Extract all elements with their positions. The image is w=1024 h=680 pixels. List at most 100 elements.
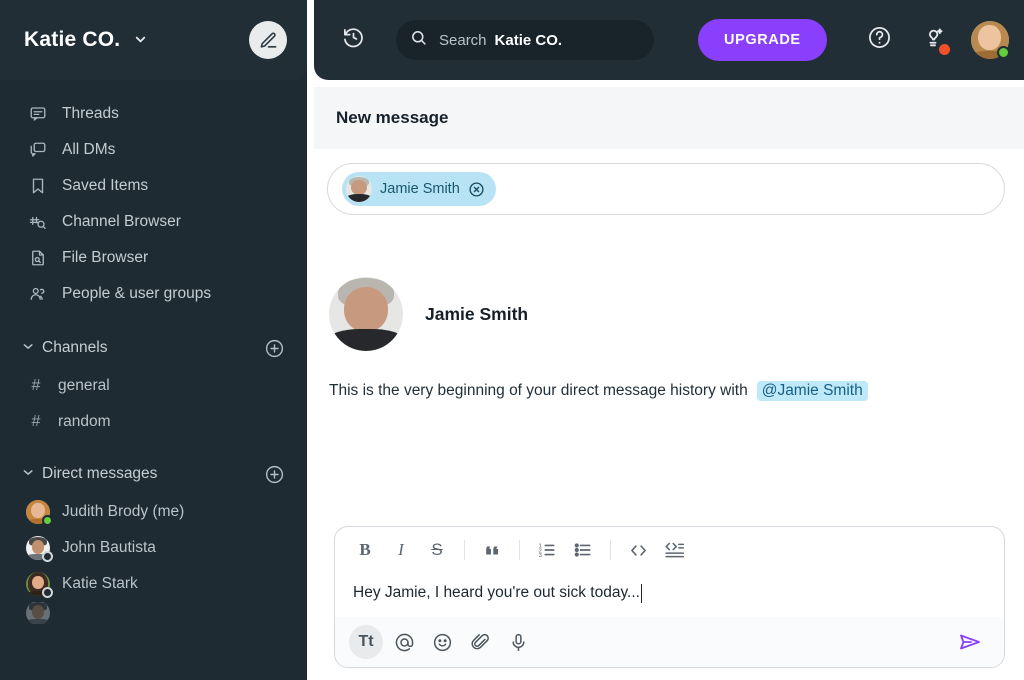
formatting-toolbar: B I S 123 [335,527,1004,573]
compose-button[interactable] [249,21,287,59]
message-text: Hey Jamie, I heard you're out sick today… [353,584,640,601]
text-cursor [640,583,643,603]
recipient-chip[interactable]: Jamie Smith [342,172,496,206]
sidebar-item-label: People & user groups [62,285,212,302]
threads-icon [28,104,48,124]
sidebar-item-label: Channel Browser [62,213,181,230]
chevron-down-icon [21,340,42,356]
channel-name: general [58,377,110,394]
dm-section-header[interactable]: Direct messages [0,454,307,494]
notification-badge [938,44,950,55]
bookmark-icon [28,176,48,196]
dm-name: Judith Brody (me) [62,503,185,520]
history-button[interactable] [336,23,370,57]
add-channel-button[interactable] [263,337,285,359]
sidebar-item-file-browser[interactable]: File Browser [0,240,307,276]
italic-button[interactable]: I [385,534,417,566]
search-placeholder: Search [439,31,487,49]
help-circle-icon [867,25,892,55]
divider [610,540,611,560]
upgrade-button[interactable]: UPGRADE [698,19,827,61]
send-button[interactable] [950,625,990,659]
add-dm-button[interactable] [263,463,285,485]
conversation-person-name: Jamie Smith [425,303,529,324]
dm-item-katie-stark[interactable]: Katie Stark [0,566,307,602]
divider [519,540,520,560]
code-button[interactable] [622,534,654,566]
ordered-list-button[interactable]: 123 [531,534,563,566]
presence-indicator-offline [42,587,53,598]
sidebar-item-saved-items[interactable]: Saved Items [0,168,307,204]
dm-name: John Bautista [62,539,156,556]
dm-item-judith-brody[interactable]: Judith Brody (me) [0,494,307,530]
conversation-intro: Jamie Smith This is the very beginning o… [307,215,1024,401]
attachment-button[interactable] [463,625,497,659]
sidebar-item-threads[interactable]: Threads [0,96,307,132]
formatting-toggle-button[interactable]: Tt [349,625,383,659]
search-input[interactable]: Search Katie CO. [396,20,654,60]
sidebar-item-people[interactable]: People & user groups [0,276,307,312]
channel-name: random [58,413,111,430]
panel-header: New message [314,87,1024,149]
recipient-input[interactable]: Jamie Smith [327,163,1005,215]
search-workspace-name: Katie CO. [494,31,563,49]
workspace-header[interactable]: Katie CO. [0,0,307,80]
code-block-button[interactable] [658,534,690,566]
sidebar-nav: Threads All DMs Saved Items Channel Brow… [0,80,307,314]
conversation-person: Jamie Smith [329,277,1003,351]
emoji-button[interactable] [425,625,459,659]
help-button[interactable] [863,23,897,57]
sidebar-item-label: All DMs [62,141,116,158]
channels-section-title: Channels [42,339,108,356]
app-window: Katie CO. Threads All DMs Saved Items Ch… [0,0,1024,680]
workspace-name: Katie CO. [24,28,121,51]
avatar [26,602,50,624]
sidebar-item-channel-browser[interactable]: Channel Browser [0,204,307,240]
presence-indicator-online [42,515,53,526]
conversation-intro-text: This is the very beginning of your direc… [329,381,1003,401]
channel-item-random[interactable]: # random [0,404,307,440]
sidebar-item-all-dms[interactable]: All DMs [0,132,307,168]
avatar [26,500,53,526]
main-area: Search Katie CO. UPGRADE New message Jam… [307,0,1024,680]
people-icon [28,284,48,304]
intro-sentence: This is the very beginning of your direc… [329,382,748,399]
mention-chip[interactable]: @Jamie Smith [756,381,868,401]
avatar [346,176,372,202]
mention-button[interactable] [387,625,421,659]
svg-text:3: 3 [539,553,542,559]
dm-section-title: Direct messages [42,465,158,482]
sidebar-item-label: Threads [62,105,119,122]
channel-item-general[interactable]: # general [0,368,307,404]
channels-section-header[interactable]: Channels [0,328,307,368]
avatar [26,536,53,562]
recipient-row: Jamie Smith [307,149,1024,215]
chevron-down-icon [133,32,148,50]
recipient-chip-name: Jamie Smith [380,181,460,197]
file-browser-icon [28,248,48,268]
close-circle-icon[interactable] [468,180,486,198]
pencil-icon [259,31,278,50]
presence-indicator-online [996,46,1010,59]
composer-action-bar: Tt [335,617,1004,667]
strikethrough-button[interactable]: S [421,534,453,566]
bulleted-list-button[interactable] [567,534,599,566]
message-input[interactable]: Hey Jamie, I heard you're out sick today… [335,573,1004,617]
dm-item-john-bautista[interactable]: John Bautista [0,530,307,566]
dm-name: Katie Stark [62,575,138,592]
message-composer: B I S 123 Hey Jamie, I heard you're out … [334,526,1005,668]
history-icon [342,26,365,54]
whats-new-button[interactable] [917,23,951,57]
search-icon [410,29,427,51]
page-title: New message [336,108,449,127]
top-bar: Search Katie CO. UPGRADE [314,0,1024,80]
user-avatar-button[interactable] [970,21,1010,59]
blockquote-button[interactable] [476,534,508,566]
audio-button[interactable] [501,625,535,659]
divider [464,540,465,560]
chevron-down-icon [21,466,42,482]
dm-item-partial[interactable] [0,602,307,624]
bold-button[interactable]: B [349,534,381,566]
avatar [26,572,53,598]
presence-indicator-offline [42,551,53,562]
